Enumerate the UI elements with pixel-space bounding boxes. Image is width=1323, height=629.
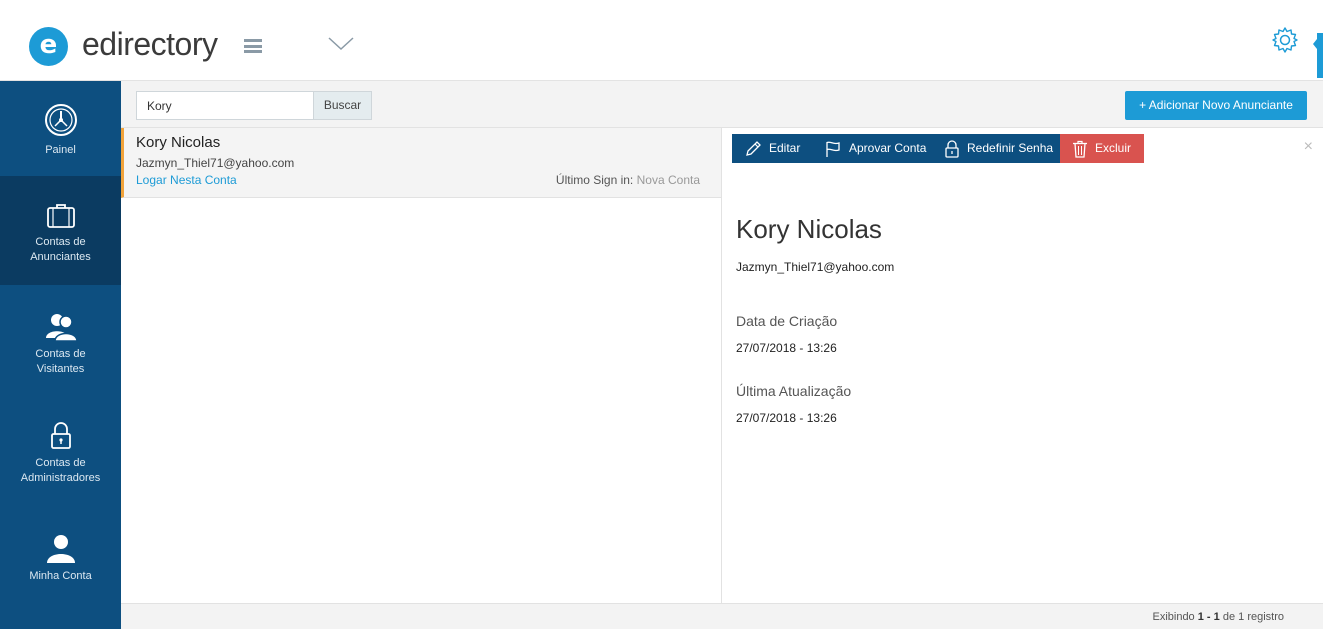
- top-bar: e edirectory: [0, 0, 1323, 81]
- pagination-footer: Exibindo 1 - 1 de 1 registro: [121, 603, 1323, 629]
- detail-name: Kory Nicolas: [736, 214, 882, 244]
- last-signin-value: Nova Conta: [636, 173, 700, 187]
- sidebar-item-my-account[interactable]: Minha Conta: [0, 533, 121, 593]
- panel-toggle-tab[interactable]: [1313, 33, 1323, 78]
- edit-button[interactable]: Editar: [732, 134, 814, 163]
- sidebar-item-label: Contas de: [35, 236, 86, 248]
- search-toolbar: Buscar + Adicionar Novo Anunciante: [121, 81, 1323, 128]
- gear-icon[interactable]: [1271, 26, 1299, 54]
- add-advertiser-button[interactable]: + Adicionar Novo Anunciante: [1125, 91, 1307, 120]
- sidebar-item-visitor-accounts[interactable]: Contas de Visitantes: [0, 311, 121, 391]
- delete-button[interactable]: Excluir: [1060, 134, 1144, 163]
- flag-icon: [826, 141, 840, 157]
- delete-label: Excluir: [1095, 141, 1132, 155]
- sidebar-item-label: Minha Conta: [29, 570, 92, 582]
- approve-account-button[interactable]: Aprovar Conta: [814, 134, 934, 163]
- sidebar: Painel Contas de Anunciantes Contas de V…: [0, 81, 121, 629]
- last-signin: Último Sign in: Nova Conta: [556, 173, 700, 187]
- created-label: Data de Criação: [736, 313, 838, 329]
- search-button[interactable]: Buscar: [314, 91, 372, 120]
- lock-icon: [50, 422, 71, 449]
- logo-text[interactable]: edirectory: [82, 26, 218, 63]
- lock-icon: [945, 139, 959, 158]
- account-name: Kory Nicolas: [136, 134, 221, 151]
- last-signin-label: Último Sign in:: [555, 173, 634, 187]
- sidebar-item-label: Contas de: [35, 348, 86, 360]
- updated-value: 27/07/2018 - 13:26: [736, 411, 837, 425]
- sidebar-item-label: Administradores: [20, 472, 101, 484]
- results-list: Kory Nicolas Jazmyn_Thiel71@yahoo.com Lo…: [121, 128, 722, 603]
- close-icon[interactable]: ×: [1304, 138, 1313, 156]
- sidebar-item-admin-accounts[interactable]: Contas de Administradores: [0, 422, 121, 502]
- pencil-icon: [746, 140, 761, 156]
- record-count: Exibindo 1 - 1 de 1 registro: [1152, 611, 1284, 623]
- sidebar-item-label: Painel: [45, 144, 76, 156]
- sidebar-item-advertiser-accounts[interactable]: Contas de Anunciantes: [0, 176, 121, 285]
- search-input[interactable]: [136, 91, 314, 120]
- reset-label: Redefinir Senha: [967, 141, 1054, 155]
- menu-icon[interactable]: [244, 39, 262, 53]
- detail-panel: Editar Aprovar Conta Redefinir Senha Exc…: [722, 128, 1323, 603]
- sidebar-item-label: Anunciantes: [30, 251, 91, 263]
- sidebar-item-painel[interactable]: Painel: [0, 103, 121, 181]
- reset-password-button[interactable]: Redefinir Senha: [934, 134, 1060, 163]
- account-email: Jazmyn_Thiel71@yahoo.com: [136, 156, 295, 170]
- users-icon: [45, 314, 78, 341]
- edit-label: Editar: [769, 141, 801, 155]
- trash-icon: [1073, 140, 1087, 158]
- login-as-account-link[interactable]: Logar Nesta Conta: [136, 173, 237, 187]
- created-value: 27/07/2018 - 13:26: [736, 341, 837, 355]
- record-count-total: 1 registro: [1238, 611, 1284, 623]
- action-bar: Editar Aprovar Conta Redefinir Senha Exc…: [732, 134, 1144, 163]
- record-count-middle: de: [1222, 611, 1236, 623]
- record-count-range: 1 - 1: [1197, 611, 1220, 623]
- sidebar-item-label: Contas de: [35, 457, 86, 469]
- record-count-prefix: Exibindo: [1152, 611, 1195, 623]
- dashboard-icon: [44, 104, 77, 136]
- updated-label: Última Atualização: [736, 383, 852, 399]
- approve-label: Aprovar Conta: [849, 141, 927, 155]
- user-icon: [46, 535, 75, 563]
- logo-icon[interactable]: e: [29, 27, 68, 66]
- list-item[interactable]: Kory Nicolas Jazmyn_Thiel71@yahoo.com Lo…: [121, 128, 721, 198]
- briefcase-icon: [46, 204, 75, 228]
- chevron-down-icon[interactable]: [328, 36, 354, 52]
- detail-email: Jazmyn_Thiel71@yahoo.com: [736, 260, 895, 274]
- sidebar-item-label: Visitantes: [36, 363, 85, 375]
